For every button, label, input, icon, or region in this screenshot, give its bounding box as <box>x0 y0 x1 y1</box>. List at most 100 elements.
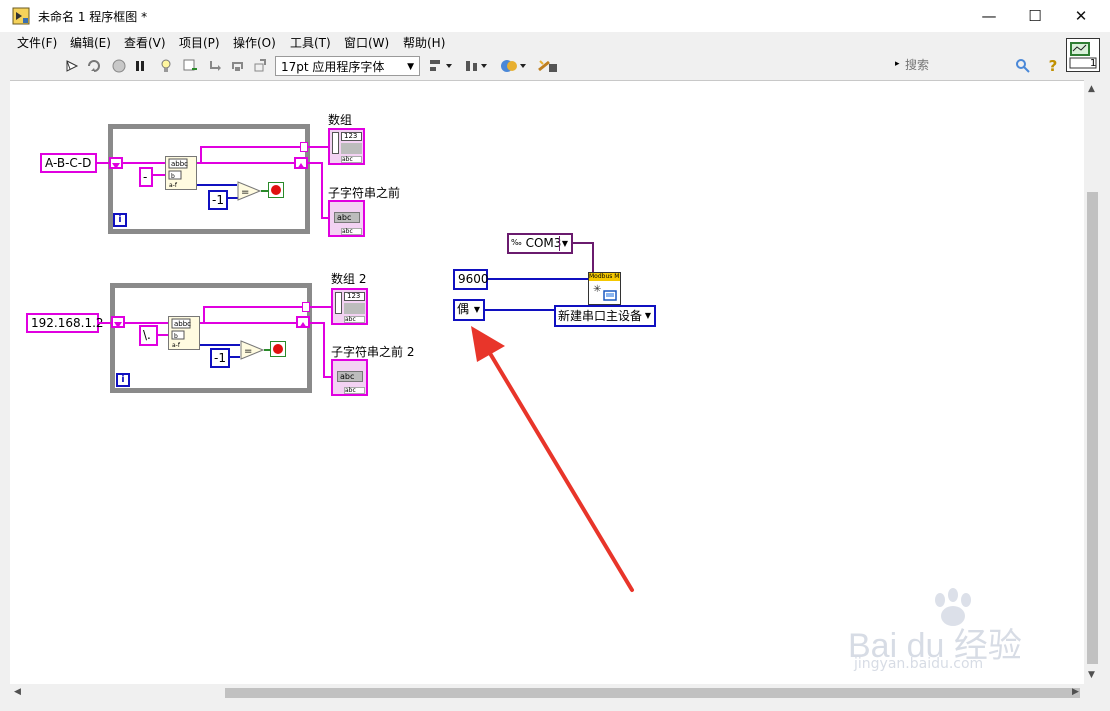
string-indicator-2[interactable]: abc abc <box>331 359 368 396</box>
minimize-button[interactable]: — <box>966 0 1012 32</box>
scroll-down-icon[interactable]: ▼ <box>1088 670 1095 680</box>
visa-wire <box>592 242 594 273</box>
stop-condition-2[interactable] <box>270 341 286 357</box>
string-wire <box>200 146 202 164</box>
string-wire <box>125 322 168 324</box>
stop-condition-1[interactable] <box>268 182 284 198</box>
visa-wire <box>573 242 593 244</box>
numeric-wire <box>197 184 237 186</box>
pause-icon[interactable] <box>131 57 149 75</box>
string-indicator-1[interactable]: abc abc <box>328 200 365 237</box>
reorder-icon[interactable] <box>500 57 528 75</box>
equal-function-1[interactable]: = <box>237 181 262 201</box>
chevron-down-icon: ▼ <box>407 62 414 72</box>
menu-help[interactable]: 帮助(H) <box>403 34 445 51</box>
equal-function-2[interactable]: = <box>240 340 265 360</box>
string-constant-2[interactable]: 192.168.1.2 <box>26 313 104 333</box>
menu-file[interactable]: 文件(F) <box>17 34 57 51</box>
search-box[interactable]: ▸ <box>895 56 1040 76</box>
clean-up-diagram-icon[interactable] <box>537 57 559 75</box>
string-wire <box>99 322 111 324</box>
menu-project[interactable]: 项目(P) <box>179 34 220 51</box>
parity-enum-constant[interactable]: 偶 ▼ <box>453 299 485 321</box>
svg-text:=: = <box>241 187 249 198</box>
visa-icon: ‰ <box>511 238 522 247</box>
watermark-url: jingyan.baidu.com <box>854 656 984 672</box>
iteration-terminal-2: i <box>116 373 130 387</box>
menu-window[interactable]: 窗口(W) <box>344 34 389 51</box>
maximize-icon: ☐ <box>1028 7 1042 25</box>
run-arrow-icon[interactable] <box>63 57 81 75</box>
string-constant-1[interactable]: A-B-C-D <box>40 153 97 173</box>
annotation-arrow <box>471 326 634 592</box>
abort-icon[interactable] <box>110 57 128 75</box>
font-select-value: 17pt 应用程序字体 <box>281 60 385 74</box>
array-tag-1: 123 <box>341 132 362 141</box>
array-indicator-label-1: 数组 <box>328 113 353 127</box>
window-title: 未命名 1 程序框图 * <box>38 10 148 24</box>
step-out-icon[interactable] <box>251 57 269 75</box>
visa-resource-constant[interactable]: ‰ COM3 ▼ <box>507 233 573 254</box>
indexing-tunnel-1 <box>300 142 308 152</box>
scroll-left-icon[interactable]: ◀ <box>14 687 21 697</box>
abc-label: abc <box>341 156 362 163</box>
retain-wire-values-icon[interactable] <box>181 57 199 75</box>
string-wire <box>153 174 165 176</box>
numeric-constant-1[interactable]: -1 <box>208 190 228 210</box>
chevron-down-icon: ▼ <box>644 311 652 320</box>
run-continuously-icon[interactable] <box>85 57 103 75</box>
step-into-icon[interactable] <box>207 57 225 75</box>
title-bar: 未命名 1 程序框图 * — ☐ ✕ <box>0 0 1110 32</box>
shift-register-right-2[interactable] <box>296 316 310 328</box>
match-pattern-function-1[interactable]: abbc b a-f <box>165 156 197 190</box>
string-wire <box>310 306 332 308</box>
context-help-button[interactable]: ? <box>1044 57 1062 75</box>
baud-rate-constant[interactable]: 9600 <box>453 269 489 290</box>
search-expander-icon: ▸ <box>895 59 900 69</box>
shift-register-right-1[interactable] <box>294 157 308 169</box>
menu-view[interactable]: 查看(V) <box>124 34 166 51</box>
chevron-down-icon: ▼ <box>473 305 481 314</box>
svg-text:b: b <box>174 333 178 340</box>
search-input[interactable] <box>905 57 1010 73</box>
close-button[interactable]: ✕ <box>1058 0 1104 32</box>
array-indicator-2[interactable]: 123 abc <box>331 288 368 325</box>
modbus-master-node[interactable]: Modbus M ✳ <box>588 272 621 305</box>
font-select[interactable]: 17pt 应用程序字体 ▼ <box>275 56 420 76</box>
string-indicator-label-1: 子字符串之前 <box>328 186 401 200</box>
array-indicator-1[interactable]: 123 abc <box>328 128 365 165</box>
vertical-scroll-thumb[interactable] <box>1087 192 1098 664</box>
menu-edit[interactable]: 编辑(E) <box>70 34 111 51</box>
align-objects-icon[interactable] <box>428 57 454 75</box>
scroll-up-icon[interactable]: ▲ <box>1088 84 1095 94</box>
menu-operate[interactable]: 操作(O) <box>233 34 276 51</box>
string-wire <box>97 162 109 164</box>
shift-register-left-2[interactable] <box>111 316 125 328</box>
menu-bar: 文件(F) 编辑(E) 查看(V) 项目(P) 操作(O) 工具(T) 窗口(W… <box>0 32 1066 52</box>
horizontal-scroll-thumb[interactable] <box>225 688 1080 698</box>
abc-label: abc <box>341 228 362 235</box>
shift-register-left-1[interactable] <box>109 157 123 169</box>
match-pattern-function-2[interactable]: abbc b a-f <box>168 316 200 350</box>
string-wire <box>323 322 325 377</box>
minimize-icon: — <box>981 7 997 25</box>
connector-pane-badge: 1 <box>1090 58 1097 69</box>
numeric-constant-2[interactable]: -1 <box>210 348 230 368</box>
maximize-button[interactable]: ☐ <box>1012 0 1058 32</box>
delimiter-constant-1[interactable]: - <box>139 167 153 187</box>
scroll-right-icon[interactable]: ▶ <box>1072 687 1079 697</box>
string-wire <box>197 162 295 164</box>
menu-tools[interactable]: 工具(T) <box>290 34 331 51</box>
distribute-objects-icon[interactable] <box>463 57 489 75</box>
array-indicator-label-2: 数组 2 <box>331 272 367 286</box>
abc-label: abc <box>344 316 365 323</box>
highlight-execution-icon[interactable] <box>157 57 175 75</box>
step-over-icon[interactable] <box>229 57 247 75</box>
string-wire <box>321 162 323 218</box>
abc-display: abc <box>334 212 360 223</box>
svg-text:abbc: abbc <box>174 320 191 328</box>
close-icon: ✕ <box>1074 7 1088 25</box>
delimiter-constant-2[interactable]: \. <box>139 325 158 346</box>
iteration-terminal-1: i <box>113 213 127 227</box>
svg-text:✳: ✳ <box>593 284 601 295</box>
